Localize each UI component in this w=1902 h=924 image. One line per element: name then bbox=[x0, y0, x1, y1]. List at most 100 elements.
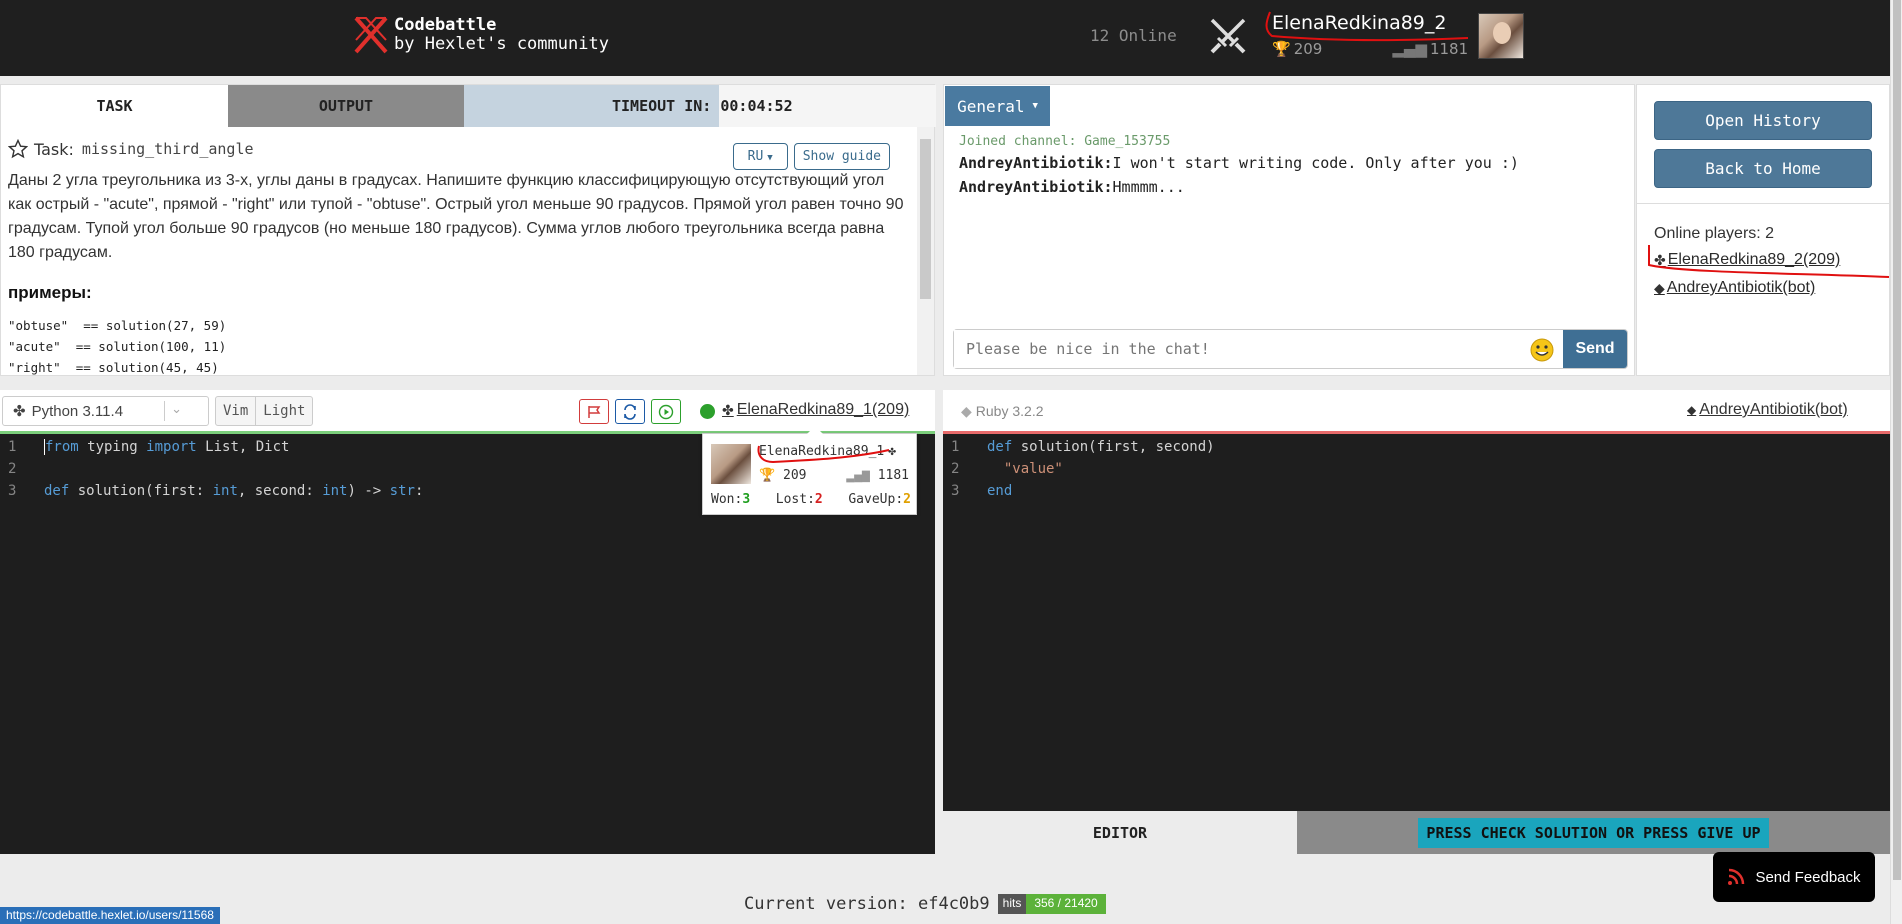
chevron-down-icon: ⌄ bbox=[164, 401, 182, 421]
header-rating: 1181 bbox=[1429, 40, 1469, 58]
task-description: Даны 2 угла треугольника из 3-х, углы да… bbox=[8, 172, 904, 261]
gaveup-label: GaveUp: bbox=[848, 492, 904, 507]
chat-author[interactable]: AndreyAntibiotik: bbox=[959, 154, 1113, 172]
page-scrollbar[interactable] bbox=[1890, 0, 1902, 924]
line-number: 2 bbox=[951, 461, 960, 477]
header-trophies: 209 bbox=[1293, 40, 1323, 58]
code-text: "value" bbox=[1003, 461, 1063, 477]
divider bbox=[1637, 203, 1891, 204]
online-player-link[interactable]: ✤ ElenaRedkina89_2(209) bbox=[1654, 251, 1840, 269]
task-body: Task: missing_third_angle RU ▼ Show guide… bbox=[1, 127, 917, 375]
send-button[interactable]: Send bbox=[1563, 330, 1627, 368]
caret-down-icon: ▼ bbox=[1032, 101, 1038, 111]
chat-system-message: Joined channel: Game_153755 bbox=[959, 134, 1171, 149]
online-count: 12 Online bbox=[1090, 26, 1177, 45]
gaveup-count: 2 bbox=[903, 492, 911, 507]
chat-author[interactable]: AndreyAntibiotik: bbox=[959, 178, 1113, 196]
python-icon: ✤ bbox=[1654, 251, 1666, 268]
ruby-icon: ◆ bbox=[1687, 403, 1697, 417]
channel-name: General bbox=[957, 96, 1025, 116]
lost-label: Lost: bbox=[775, 492, 815, 507]
show-guide-button[interactable]: Show guide bbox=[793, 143, 890, 170]
top-header: Codebattle by Hexlet's community 12 Onli… bbox=[0, 0, 1890, 76]
hover-card-rating: 1181 bbox=[877, 468, 909, 483]
rating-bars-icon: ▂▄▆ bbox=[1392, 40, 1427, 58]
emoji-icon[interactable] bbox=[1529, 337, 1555, 363]
version-text: Current version: ef4c0b9 bbox=[744, 894, 990, 914]
line-number: 3 bbox=[8, 483, 17, 499]
chat-message: AndreyAntibiotik:I won't start writing c… bbox=[959, 151, 1619, 175]
code-area[interactable]: 1 from typing import List, Dict 2 3 def so… bbox=[0, 436, 423, 502]
example-line: "obtuse" == solution(27, 59) bbox=[8, 318, 227, 333]
chat-message: AndreyAntibiotik:Hmmmm... bbox=[959, 175, 1619, 199]
online-players-label: Online players: 2 bbox=[1654, 225, 1775, 242]
code-text: def solution(first: int, second: int) ->… bbox=[44, 483, 424, 499]
line-number: 3 bbox=[951, 483, 960, 499]
trophy-icon: 🏆 bbox=[759, 468, 776, 483]
language-select[interactable]: ✤ Python 3.11.4 ⌄ bbox=[2, 396, 209, 426]
won-label: Won: bbox=[711, 492, 743, 507]
chat-input[interactable] bbox=[954, 330, 1529, 368]
editor-toolbar: ✤ Python 3.11.4 ⌄ Vim Light ✤ ElenaRedkina… bbox=[0, 390, 935, 434]
ruby-icon: ◆ bbox=[1654, 279, 1665, 296]
hover-card-name: ElenaRedkina89_1 ✤ bbox=[759, 444, 896, 459]
opponent-link[interactable]: ◆ AndreyAntibiotik(bot) bbox=[1687, 401, 1848, 419]
code-line: 1 def solution(first, second) bbox=[943, 436, 1215, 458]
online-player-name: ElenaRedkina89_2(209) bbox=[1667, 251, 1841, 268]
hits-value: 356 / 21420 bbox=[1026, 894, 1106, 914]
reset-button[interactable] bbox=[615, 399, 645, 424]
hover-card-stats: 🏆 209 ▂▄▆ 1181 bbox=[759, 468, 909, 483]
editor-toolbar: ◆ Ruby 3.2.2 ◆ AndreyAntibiotik(bot) bbox=[943, 390, 1890, 434]
header-username[interactable]: ElenaRedkina89_2 bbox=[1272, 12, 1447, 34]
give-up-button[interactable] bbox=[579, 399, 609, 424]
back-to-home-button[interactable]: Back to Home bbox=[1654, 149, 1872, 188]
rss-icon bbox=[1728, 868, 1745, 885]
code-text: from typing import List, Dict bbox=[44, 439, 290, 455]
tab-task[interactable]: TASK bbox=[1, 85, 228, 127]
send-feedback-button[interactable]: Send Feedback bbox=[1713, 852, 1875, 902]
code-line: 2 bbox=[0, 458, 423, 480]
code-text: end bbox=[987, 483, 1013, 499]
vim-mode-button[interactable]: Vim bbox=[216, 397, 255, 425]
player-hover-card: ElenaRedkina89_1 ✤ 🏆 209 ▂▄▆ 1181 Won:3 L… bbox=[702, 426, 917, 515]
output-status-text: PRESS CHECK SOLUTION OR PRESS GIVE UP bbox=[1418, 817, 1769, 848]
tab-output[interactable]: OUTPUT bbox=[228, 85, 464, 127]
caret-down-icon: ▼ bbox=[767, 153, 773, 163]
codebattle-logo-icon bbox=[354, 16, 388, 54]
theme-toggle-button[interactable]: Light bbox=[255, 397, 312, 425]
tab-editor[interactable]: EDITOR bbox=[943, 811, 1297, 854]
timeout-text: TIMEOUT IN: 00:04:52 bbox=[612, 97, 793, 115]
flag-icon bbox=[588, 405, 601, 418]
online-player-link[interactable]: ◆ AndreyAntibiotik(bot) bbox=[1654, 279, 1815, 297]
examples-heading: примеры: bbox=[8, 283, 92, 302]
ruby-icon: ◆ bbox=[961, 403, 972, 419]
refresh-icon bbox=[624, 403, 636, 420]
editor-mode-group: Vim Light bbox=[215, 396, 314, 426]
example-line: "acute" == solution(100, 11) bbox=[8, 339, 227, 354]
opponent-code-area: 1 def solution(first, second) 2 "value" 3… bbox=[943, 436, 1215, 502]
crossed-swords-icon bbox=[1210, 18, 1246, 54]
code-line: 1 from typing import List, Dict bbox=[0, 436, 423, 458]
chat-messages: Joined channel: Game_153755 AndreyAntibi… bbox=[959, 133, 1619, 199]
star-icon[interactable] bbox=[8, 139, 28, 159]
hover-card-trophies: 209 bbox=[783, 468, 807, 483]
tab-output-status[interactable]: PRESS CHECK SOLUTION OR PRESS GIVE UP bbox=[1297, 811, 1890, 854]
open-history-button[interactable]: Open History bbox=[1654, 101, 1872, 140]
run-check-button[interactable] bbox=[651, 399, 681, 424]
user-avatar[interactable] bbox=[1478, 13, 1524, 59]
channel-dropdown[interactable]: General ▼ bbox=[945, 86, 1050, 126]
logo[interactable]: Codebattle by Hexlet's community bbox=[352, 14, 609, 56]
hits-badge: hits 356 / 21420 bbox=[997, 894, 1106, 914]
rating-bars-icon: ▂▄▆ bbox=[846, 468, 870, 483]
brand-name: Codebattle bbox=[394, 15, 497, 35]
chat-text: Hmmmm... bbox=[1112, 178, 1185, 196]
task-scrollbar[interactable] bbox=[917, 127, 934, 375]
python-icon: ✤ bbox=[13, 403, 26, 420]
task-panel: TASK OUTPUT TIMEOUT IN: 00:04:52 Task: m… bbox=[0, 84, 936, 376]
trophy-icon: 🏆 bbox=[1272, 40, 1291, 58]
line-number: 1 bbox=[951, 439, 960, 455]
language-dropdown-button[interactable]: RU ▼ bbox=[732, 143, 788, 170]
online-status-dot bbox=[700, 404, 715, 419]
player-link[interactable]: ✤ ElenaRedkina89_1(209) bbox=[722, 401, 909, 419]
